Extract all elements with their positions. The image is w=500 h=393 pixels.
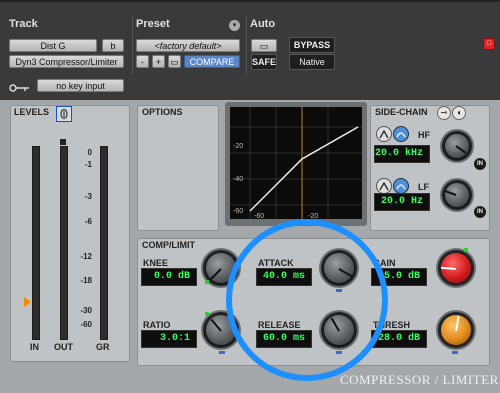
brand-label: COMPRESSOR / LIMITER — [340, 372, 499, 387]
graph-x-tick: -60 — [254, 213, 265, 220]
thresh-knob[interactable] — [438, 312, 474, 348]
track-name-button[interactable]: Dist G — [9, 39, 97, 52]
scale-label: -3 — [84, 192, 92, 201]
transfer-curve-display — [230, 107, 362, 219]
hf-readout[interactable]: 20.0 kHz — [374, 145, 430, 163]
gain-knob[interactable] — [438, 250, 474, 286]
comp-limit-title: COMP/LIMIT — [142, 240, 195, 250]
sidechain-listen-icon[interactable]: ◖ — [452, 106, 466, 120]
hf-label: HF — [418, 130, 430, 140]
options-title: OPTIONS — [142, 107, 183, 117]
compare-button[interactable]: COMPARE — [184, 55, 240, 68]
ratio-readout[interactable]: 3.0:1 — [141, 330, 197, 348]
knee-indicator — [205, 280, 209, 284]
preset-plus-button[interactable]: + — [152, 55, 165, 68]
input-meter-label: IN — [30, 342, 39, 352]
output-meter-label: OUT — [54, 342, 73, 352]
lf-label: LF — [418, 182, 429, 192]
lf-filter-type-icon[interactable] — [376, 178, 392, 194]
graph-y-tick: -60 — [233, 208, 244, 215]
ratio-indicator — [219, 351, 225, 354]
graph-y-tick: -20 — [233, 143, 244, 150]
input-meter — [32, 146, 40, 340]
hf-filter-enable-icon[interactable] — [393, 126, 409, 142]
levels-title: LEVELS — [14, 107, 50, 117]
thresh-indicator — [452, 351, 458, 354]
hf-filter-type-icon[interactable] — [376, 126, 392, 142]
scale-label: -6 — [84, 217, 92, 226]
scale-label: -12 — [80, 252, 92, 261]
lf-readout[interactable]: 20.0 Hz — [374, 193, 430, 211]
preset-section-label: Preset — [136, 18, 170, 30]
lf-knob[interactable] — [442, 180, 472, 210]
scale-label: 0 — [87, 148, 92, 157]
hf-in-button[interactable]: IN — [474, 158, 486, 170]
preset-selector[interactable]: <factory default> — [136, 39, 240, 52]
preset-menu-icon[interactable]: ▾ — [229, 20, 240, 31]
options-panel — [137, 105, 219, 231]
top-edge — [0, 0, 500, 2]
knee-readout[interactable]: 0.0 dB — [141, 268, 197, 286]
divider — [246, 16, 247, 74]
gain-indicator — [464, 248, 468, 252]
clip-indicator — [60, 139, 66, 145]
link-icon[interactable] — [56, 106, 72, 122]
plugin-header: Track Preset ▾ Auto □ Dist G b Dyn3 Comp… — [0, 0, 500, 100]
preset-minus-button[interactable]: - — [136, 55, 149, 68]
highlight-circle-annotation — [226, 219, 388, 381]
auto-section-label: Auto — [250, 18, 276, 30]
output-meter — [60, 146, 68, 340]
sidechain-panel — [370, 105, 490, 231]
lf-filter-enable-icon[interactable] — [393, 178, 409, 194]
key-input-selector[interactable]: no key input — [37, 79, 124, 92]
scale-label: -18 — [80, 276, 92, 285]
ratio-label: RATIO — [143, 320, 171, 330]
track-channel-button[interactable]: b — [102, 39, 124, 52]
bypass-button[interactable]: BYPASS — [289, 37, 335, 53]
safe-button[interactable]: SAFE — [251, 54, 277, 70]
scale-label: -60 — [80, 320, 92, 329]
graph-y-tick: -40 — [233, 176, 244, 183]
gr-meter-label: GR — [96, 342, 110, 352]
plugin-select-button[interactable]: Dyn3 Compressor/Limiter — [9, 55, 124, 68]
hf-knob[interactable] — [442, 131, 472, 161]
native-button[interactable]: Native — [289, 54, 335, 70]
gain-reduction-meter — [100, 146, 108, 340]
threshold-marker-icon[interactable] — [24, 297, 31, 307]
lf-in-button[interactable]: IN — [474, 206, 486, 218]
scale-label: -30 — [80, 306, 92, 315]
scale-label: -1 — [84, 160, 92, 169]
sidechain-key-icon[interactable]: ⊸ — [437, 106, 451, 120]
divider — [132, 16, 133, 74]
copy-settings-icon[interactable]: ▭ — [168, 55, 181, 68]
close-icon[interactable]: □ — [483, 38, 495, 50]
ratio-green-indicator — [205, 312, 209, 316]
automation-icon[interactable]: ▭ — [251, 39, 277, 52]
key-icon — [9, 80, 31, 92]
knee-label: KNEE — [143, 258, 169, 268]
sidechain-title: SIDE-CHAIN — [375, 107, 428, 117]
track-section-label: Track — [9, 18, 38, 30]
